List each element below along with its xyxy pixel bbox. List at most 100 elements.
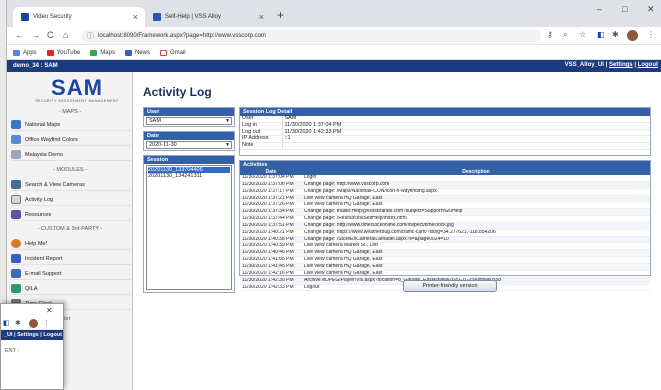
avatar[interactable]	[29, 319, 38, 328]
puzzle-icon[interactable]: ✱	[15, 319, 21, 327]
activity-date: 11/30/2020 1:37:06 PM	[240, 181, 302, 189]
user-name: VSS_Alloy_UI	[564, 62, 604, 68]
activity-description: Change page: /Maps/NationalFCON/icon-h-w…	[302, 188, 650, 196]
activity-description: Change page: /Resources/SelfHelp/index.h…	[302, 215, 650, 223]
activity-date: 11/30/2020 1:41:45 PM	[240, 263, 302, 271]
bookmark-maps[interactable]: Maps	[90, 49, 115, 56]
table-row: 11/30/2020 1:37:51 PM Change page: http:/…	[240, 222, 650, 230]
panel-header: Session Log Detail	[240, 108, 650, 116]
background-window: ✕ ◧ ✱ ⋮ _UI | Settings | Logout ENT -	[0, 303, 64, 390]
sidebar-item-national-maps[interactable]: National Maps	[11, 119, 131, 131]
printer-friendly-button[interactable]: Printer-friendly version	[403, 280, 497, 292]
activity-description: Live view camera HQ Garage, East	[302, 256, 650, 264]
help-icon	[11, 239, 21, 248]
activity-date: 11/30/2020 1:40:38 PM	[240, 236, 302, 244]
home-icon[interactable]: ⌂	[63, 30, 68, 40]
browser-window: Video Security × Self-Help | VSS Alloy ×…	[6, 0, 661, 390]
logo-text: SAM	[51, 75, 103, 100]
gmail-icon	[159, 49, 167, 56]
bookmark-label: Maps	[100, 49, 115, 56]
bookmark-label: Apps	[23, 49, 37, 56]
date-select[interactable]: 2020-11-30 ▼	[146, 141, 232, 149]
forward-icon[interactable]: →	[31, 30, 40, 40]
nav-label: E-mail Support	[25, 270, 62, 277]
activity-description: Live view camera HQ Garage, East	[302, 195, 650, 203]
select-value: SAM	[149, 118, 161, 124]
books-icon	[11, 210, 21, 219]
table-row: 11/30/2020 1:40:39 PM Live view camera Ma…	[240, 242, 650, 251]
sidebar-item-malaysia-demo[interactable]: Malaysia Demo	[11, 149, 131, 161]
activity-date: 11/30/2020 1:40:21 PM	[240, 229, 302, 237]
detail-key: Note	[240, 142, 283, 150]
detail-row: Note	[240, 142, 650, 150]
activity-date: 11/30/2020 1:41:05 PM	[240, 256, 302, 264]
extension-icon[interactable]: ◧	[597, 30, 605, 39]
nav-label: Office Wayfind Colors	[25, 136, 78, 143]
sidebar-item-office-wayfind[interactable]: Office Wayfind Colors	[11, 134, 131, 146]
chat-icon	[11, 284, 21, 293]
extension-icon[interactable]: ◧	[3, 319, 10, 327]
sidebar-item-search-cameras[interactable]: Search & View Cameras	[11, 179, 131, 191]
activity-description: Change page: http://www.timeclockonline.…	[302, 222, 650, 230]
table-row: 11/30/2020 1:37:26 PM Live view camera HQ…	[240, 201, 650, 210]
select-value: 2020-11-30	[149, 142, 177, 148]
bookmarks-bar: Apps YouTube Maps News Gmail	[7, 46, 661, 60]
detail-row: Log out 11/30/2020 1:42:33 PM	[240, 129, 650, 137]
bookmark-apps[interactable]: Apps	[13, 49, 37, 56]
session-listbox[interactable]: 20201130_133704406 20201130_134241311	[146, 165, 232, 290]
activity-date: 11/30/2020 1:37:21 PM	[240, 195, 302, 203]
sidebar-item-qila[interactable]: QILA	[11, 283, 131, 295]
settings-link[interactable]: Settings	[609, 62, 633, 68]
chevron-down-icon: ▼	[225, 118, 230, 124]
sidebar-item-help-me[interactable]: Help Me!	[11, 238, 131, 250]
minimize-icon[interactable]: –	[597, 4, 602, 14]
activities-table: Date Description 11/30/2020 1:37:04 PM Log…	[240, 169, 650, 292]
avatar[interactable]	[627, 30, 638, 41]
logout-link[interactable]: Logout	[638, 62, 658, 68]
close-window-icon[interactable]: ✕	[647, 4, 655, 15]
star-icon[interactable]: ☆	[579, 30, 586, 39]
sidebar-item-incident-report[interactable]: Incident Report	[11, 253, 131, 265]
sidebar-item-activity-log[interactable]: Activity Log	[11, 194, 131, 206]
session-item[interactable]: 20201130_134241311	[148, 173, 230, 179]
close-tab-icon[interactable]: ×	[133, 12, 138, 22]
close-tab-icon[interactable]: ×	[259, 12, 264, 22]
panel-header: Activities	[240, 161, 650, 169]
bookmark-youtube[interactable]: YouTube	[46, 49, 80, 56]
activity-date: 11/30/2020 1:42:16 PM	[240, 270, 302, 278]
zoom-icon[interactable]: ⌕	[563, 30, 567, 40]
tab-video-security[interactable]: Video Security ×	[13, 7, 145, 27]
puzzle-icon[interactable]: ✱	[612, 30, 619, 39]
tab-self-help[interactable]: Self-Help | VSS Alloy ×	[145, 7, 271, 27]
detail-value: ::1	[282, 136, 650, 144]
bookmark-gmail[interactable]: Gmail	[159, 49, 186, 56]
sidebar-item-email-support[interactable]: E-mail Support	[11, 268, 131, 280]
bookmark-news[interactable]: News	[124, 49, 150, 56]
url-text: localhost:8090/Framework.aspx?page=http:…	[98, 33, 266, 39]
key-icon[interactable]: ⚷	[547, 30, 553, 39]
close-window-icon[interactable]: ✕	[46, 306, 53, 315]
table-row: 11/30/2020 1:41:05 PM Live view camera HQ…	[240, 256, 650, 264]
address-bar[interactable]: ⓘ localhost:8090/Framework.aspx?page=htt…	[81, 30, 541, 42]
sidebar-item-resources[interactable]: Resources	[11, 209, 131, 221]
tab-favicon-icon	[153, 13, 161, 21]
reload-icon[interactable]: C	[47, 30, 54, 40]
background-menu-text: ENT -	[5, 348, 20, 354]
activity-description: Live view camera HQ Garage, East	[302, 263, 650, 271]
app-session-label: demo_34 : SAM	[13, 63, 58, 69]
info-icon[interactable]: ⓘ	[87, 31, 94, 41]
separator: |	[605, 62, 608, 68]
menu-dots-icon[interactable]: ⋮	[647, 30, 655, 39]
back-icon[interactable]: ←	[15, 30, 24, 40]
activity-date: 11/30/2020 1:37:44 PM	[240, 215, 302, 223]
menu-dots-icon[interactable]: ⋮	[43, 319, 50, 327]
tab-strip: Video Security × Self-Help | VSS Alloy ×…	[7, 0, 661, 27]
log-icon	[11, 195, 21, 204]
maximize-icon[interactable]: □	[622, 4, 627, 14]
tab-title: Video Security	[33, 14, 72, 20]
user-select[interactable]: SAM ▼	[146, 117, 232, 125]
new-tab-icon[interactable]: +	[277, 8, 284, 22]
activity-date: 11/30/2020 1:37:34 PM	[240, 208, 302, 217]
table-row: 11/30/2020 1:42:16 PM Live view camera HQ…	[240, 270, 650, 278]
map-icon	[11, 150, 21, 159]
